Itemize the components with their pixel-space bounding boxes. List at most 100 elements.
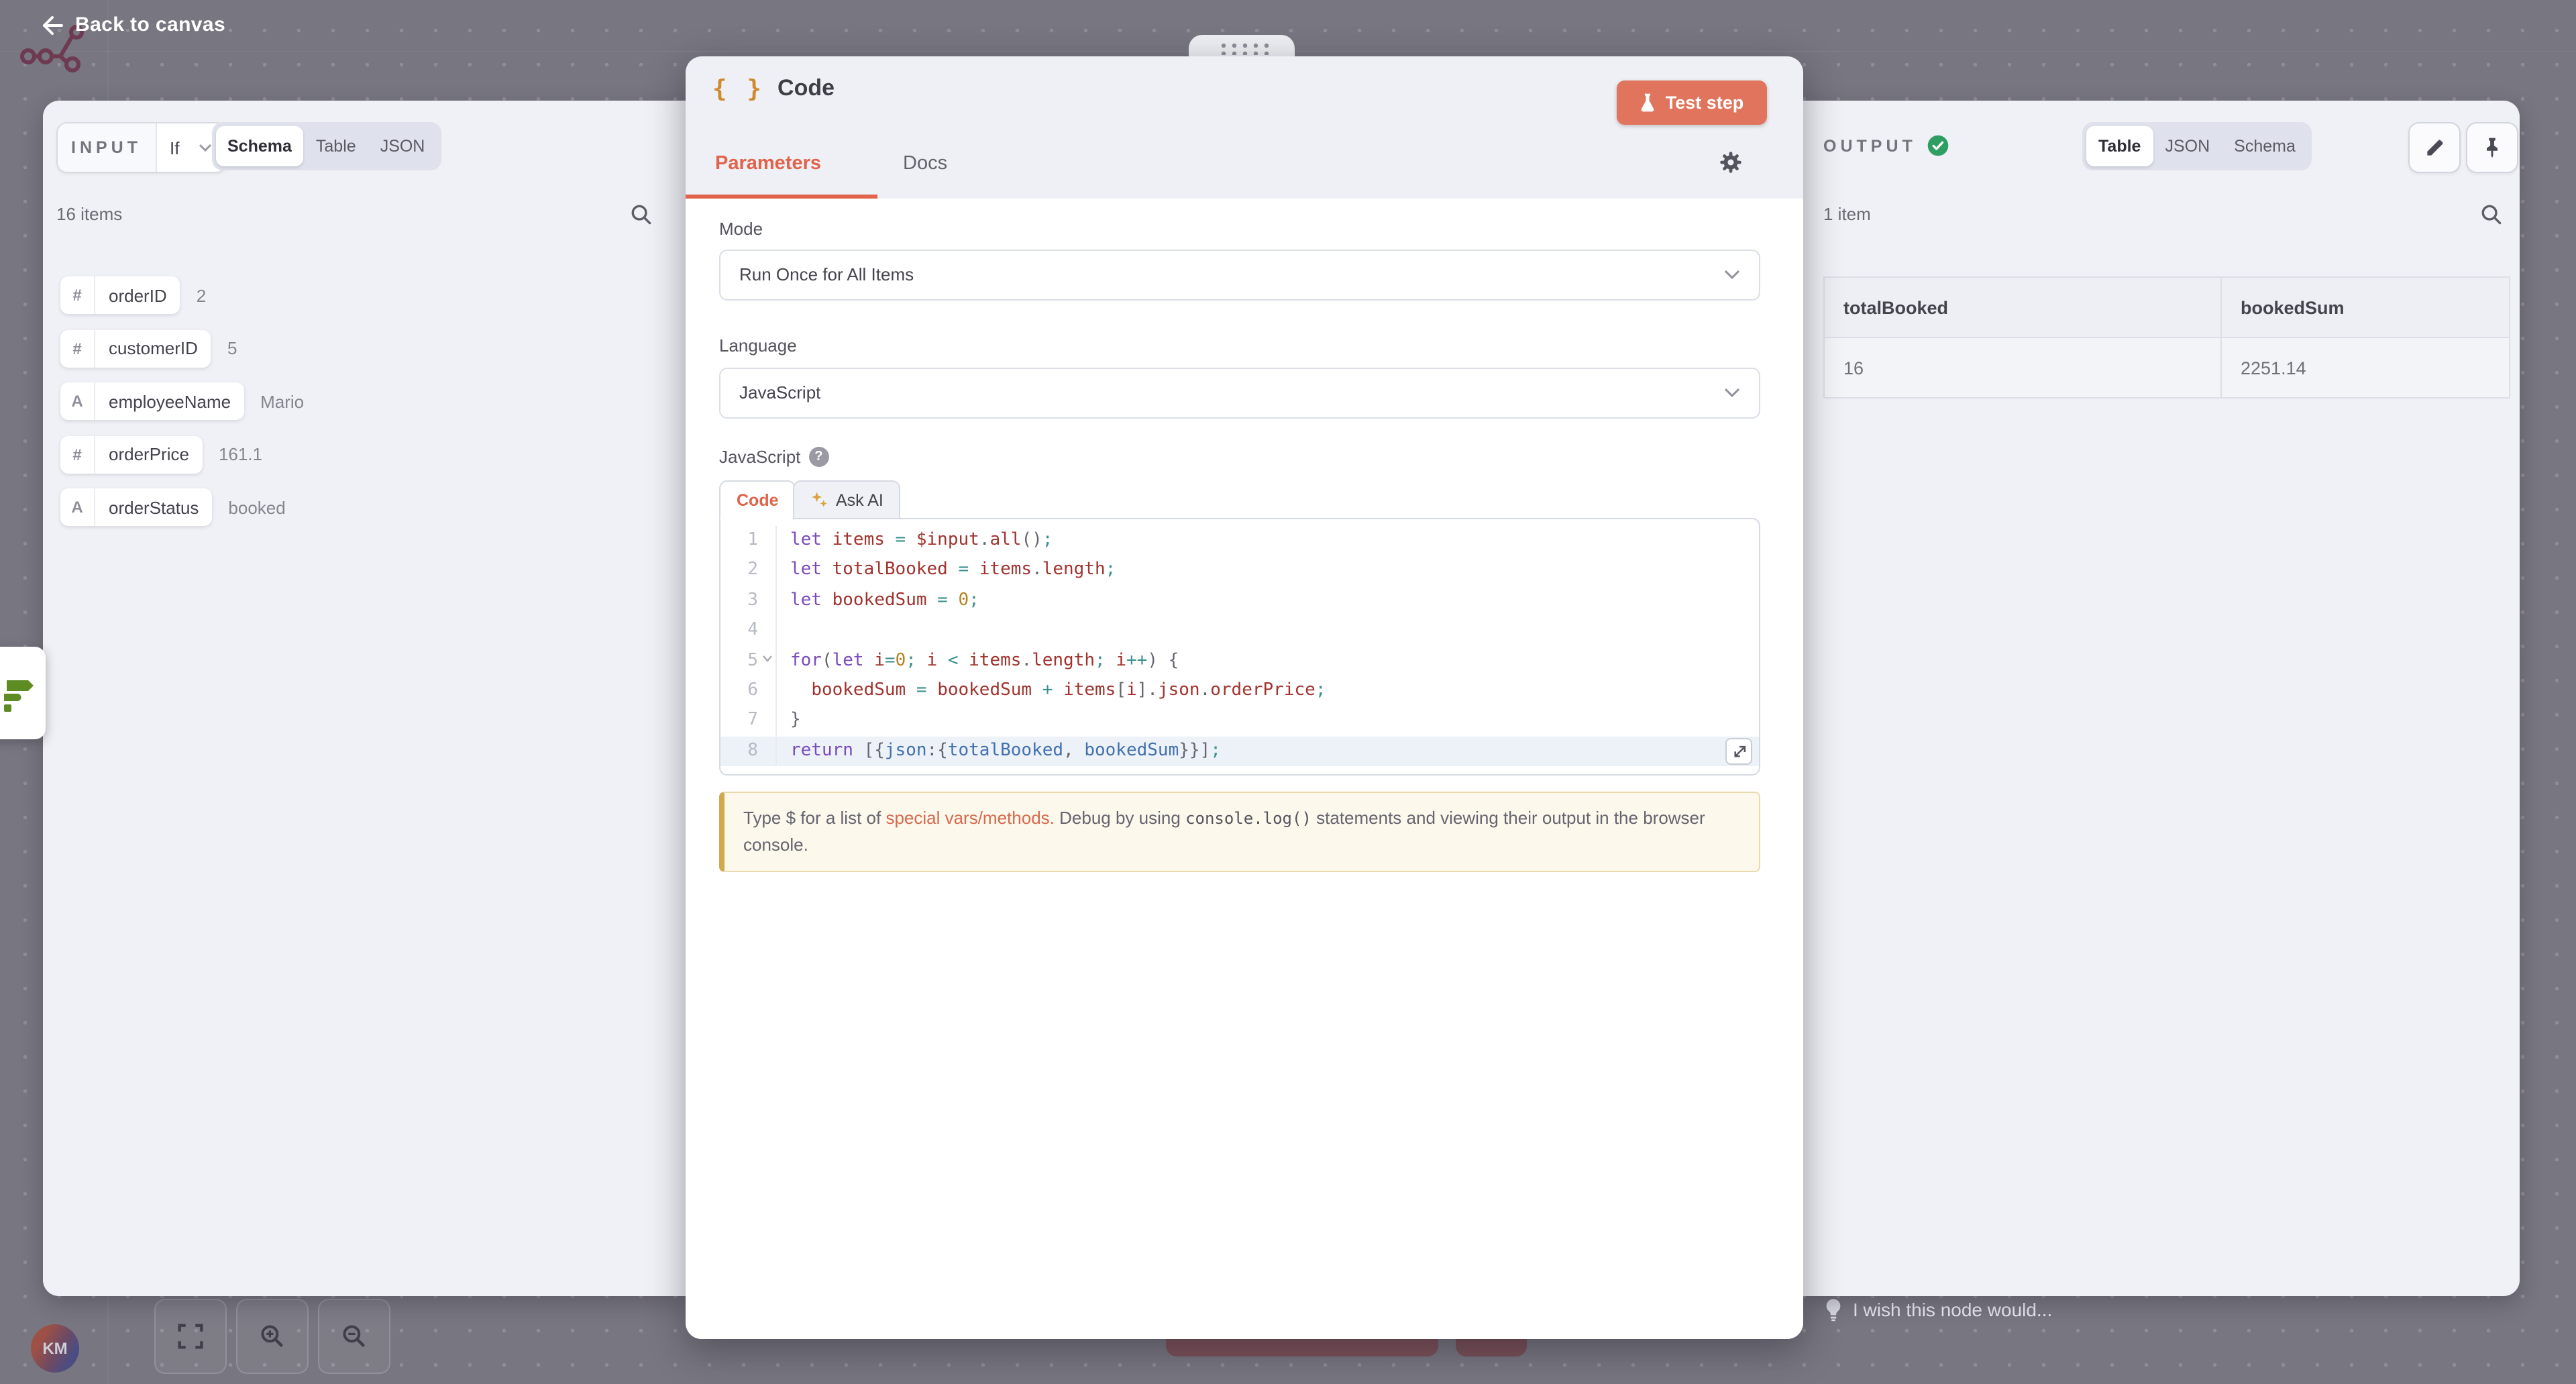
input-tab-schema[interactable]: Schema [215, 126, 304, 166]
string-type-icon: A [60, 382, 95, 420]
line-number: 4 [720, 616, 777, 646]
code-line: 2 let totalBooked = items.length; [720, 556, 1759, 586]
schema-field-chip[interactable]: A employeeName [60, 382, 244, 420]
back-to-canvas-button[interactable]: Back to canvas [42, 13, 225, 36]
editor-tab-code-label: Code [737, 490, 779, 509]
fold-chevron-icon[interactable] [762, 654, 773, 662]
chevron-down-icon [1724, 388, 1740, 397]
test-step-label: Test step [1666, 93, 1744, 113]
node-settings-button[interactable] [1718, 150, 1742, 174]
output-table-row: 16 2251.14 [1824, 337, 2510, 398]
node-wish-label: I wish this node would... [1853, 1299, 2052, 1320]
input-view-tabs: Schema Table JSON [211, 122, 441, 170]
schema-field-row: A orderStatus booked [60, 488, 286, 526]
code-line: 6 bookedSum = bookedSum + items[i].json.… [720, 676, 1759, 706]
tab-parameters[interactable]: Parameters [715, 153, 821, 174]
line-number: 8 [720, 736, 777, 766]
code-line: 4 [720, 616, 1759, 646]
language-value: JavaScript [739, 382, 820, 403]
schema-field-row: A employeeName Mario [60, 382, 304, 420]
schema-field-row: # orderID 2 [60, 276, 206, 314]
dimmed-canvas-button-large [1166, 1338, 1438, 1356]
schema-field-name: orderID [95, 285, 180, 305]
output-cell-bookedSum: 2251.14 [2221, 337, 2510, 398]
number-type-icon: # [60, 276, 95, 314]
input-panel: INPUT If Schema Table JSON 16 items [42, 101, 685, 1295]
editor-tab-ask-ai[interactable]: Ask AI [793, 480, 901, 519]
number-type-icon: # [60, 435, 95, 473]
schema-field-value: Mario [260, 391, 304, 411]
mode-select[interactable]: Run Once for All Items [719, 249, 1760, 300]
user-avatar[interactable]: KM [31, 1324, 79, 1373]
hint-text: Debug by using [1055, 808, 1185, 828]
app-canvas: Back to canvas KM I wish th [0, 0, 2576, 1384]
test-step-button[interactable]: Test step [1617, 81, 1767, 125]
schema-field-row: # orderPrice 161.1 [60, 435, 262, 473]
schema-field-chip[interactable]: A orderStatus [60, 488, 212, 526]
n8n-logo [0, 0, 94, 81]
mode-label: Mode [719, 218, 763, 238]
code-line: 1 let items = $input.all(); [720, 526, 1759, 556]
input-search-button[interactable] [629, 203, 651, 225]
schema-field-chip[interactable]: # orderPrice [60, 435, 203, 473]
search-icon [629, 203, 651, 225]
console-log-code: console.log() [1185, 809, 1311, 828]
schema-field-name: customerID [95, 338, 211, 358]
code-editor[interactable]: 1 let items = $input.all(); 2 let totalB… [719, 518, 1760, 776]
search-icon [2479, 203, 2502, 225]
output-tab-table[interactable]: Table [2086, 126, 2153, 166]
lightbulb-icon [1825, 1297, 1842, 1322]
editor-tab-code[interactable]: Code [719, 480, 796, 519]
pin-data-button[interactable] [2466, 122, 2518, 173]
output-panel-label: OUTPUT [1823, 136, 1917, 155]
back-arrow-icon [42, 15, 63, 34]
if-node-icon [1, 673, 42, 713]
language-select[interactable]: JavaScript [719, 367, 1760, 418]
schema-field-name: orderStatus [95, 497, 212, 517]
line-number: 3 [720, 586, 777, 617]
language-label: Language [719, 335, 797, 355]
input-panel-label-wrap: INPUT [58, 123, 156, 172]
avatar-initials: KM [42, 1339, 67, 1358]
output-tab-json[interactable]: JSON [2153, 126, 2222, 166]
output-view-tabs: Table JSON Schema [2082, 122, 2312, 170]
edit-output-button[interactable] [2408, 122, 2461, 173]
zoom-out-button[interactable] [318, 1299, 390, 1374]
schema-field-value: 2 [197, 285, 206, 305]
special-vars-link[interactable]: special vars/methods. [885, 808, 1054, 828]
schema-field-value: 161.1 [219, 444, 262, 464]
schema-field-row: # customerID 5 [60, 329, 237, 367]
javascript-field-label: JavaScript [719, 446, 800, 466]
input-tab-json[interactable]: JSON [368, 126, 437, 166]
input-source-value: If [170, 138, 179, 158]
expand-editor-button[interactable] [1725, 738, 1752, 765]
output-tab-schema[interactable]: Schema [2222, 126, 2308, 166]
editor-hint-box: Type $ for a list of special vars/method… [719, 792, 1760, 873]
fit-view-button[interactable] [154, 1299, 227, 1374]
tab-docs[interactable]: Docs [903, 153, 947, 174]
output-search-button[interactable] [2479, 203, 2502, 225]
zoom-in-button[interactable] [235, 1299, 308, 1374]
output-cell-totalBooked: 16 [1824, 337, 2221, 398]
pin-icon [2482, 137, 2502, 158]
output-panel: OUTPUT Table JSON Schema 1 item [1803, 101, 2520, 1295]
chevron-down-icon [198, 144, 211, 152]
schema-field-chip[interactable]: # customerID [60, 329, 211, 367]
help-icon[interactable]: ? [808, 446, 828, 466]
if-node-card[interactable] [0, 647, 46, 739]
code-line: 7 } [720, 706, 1759, 737]
code-line-active: 8 return [{json:{totalBooked, bookedSum}… [720, 736, 1759, 766]
editor-tab-ask-ai-label: Ask AI [836, 490, 883, 509]
schema-field-chip[interactable]: # orderID [60, 276, 180, 314]
sparkles-icon [810, 491, 828, 509]
schema-field-value: 5 [227, 338, 237, 358]
input-tab-table[interactable]: Table [304, 126, 368, 166]
output-column-header: totalBooked [1824, 277, 2221, 337]
line-number: 7 [720, 706, 777, 737]
code-line: 3 let bookedSum = 0; [720, 586, 1759, 617]
line-number: 2 [720, 556, 777, 586]
zoom-out-icon [341, 1323, 368, 1350]
input-source-group: INPUT If [56, 122, 226, 173]
node-wish-feedback-button[interactable]: I wish this node would... [1825, 1297, 2052, 1322]
schema-field-value: booked [228, 497, 285, 517]
